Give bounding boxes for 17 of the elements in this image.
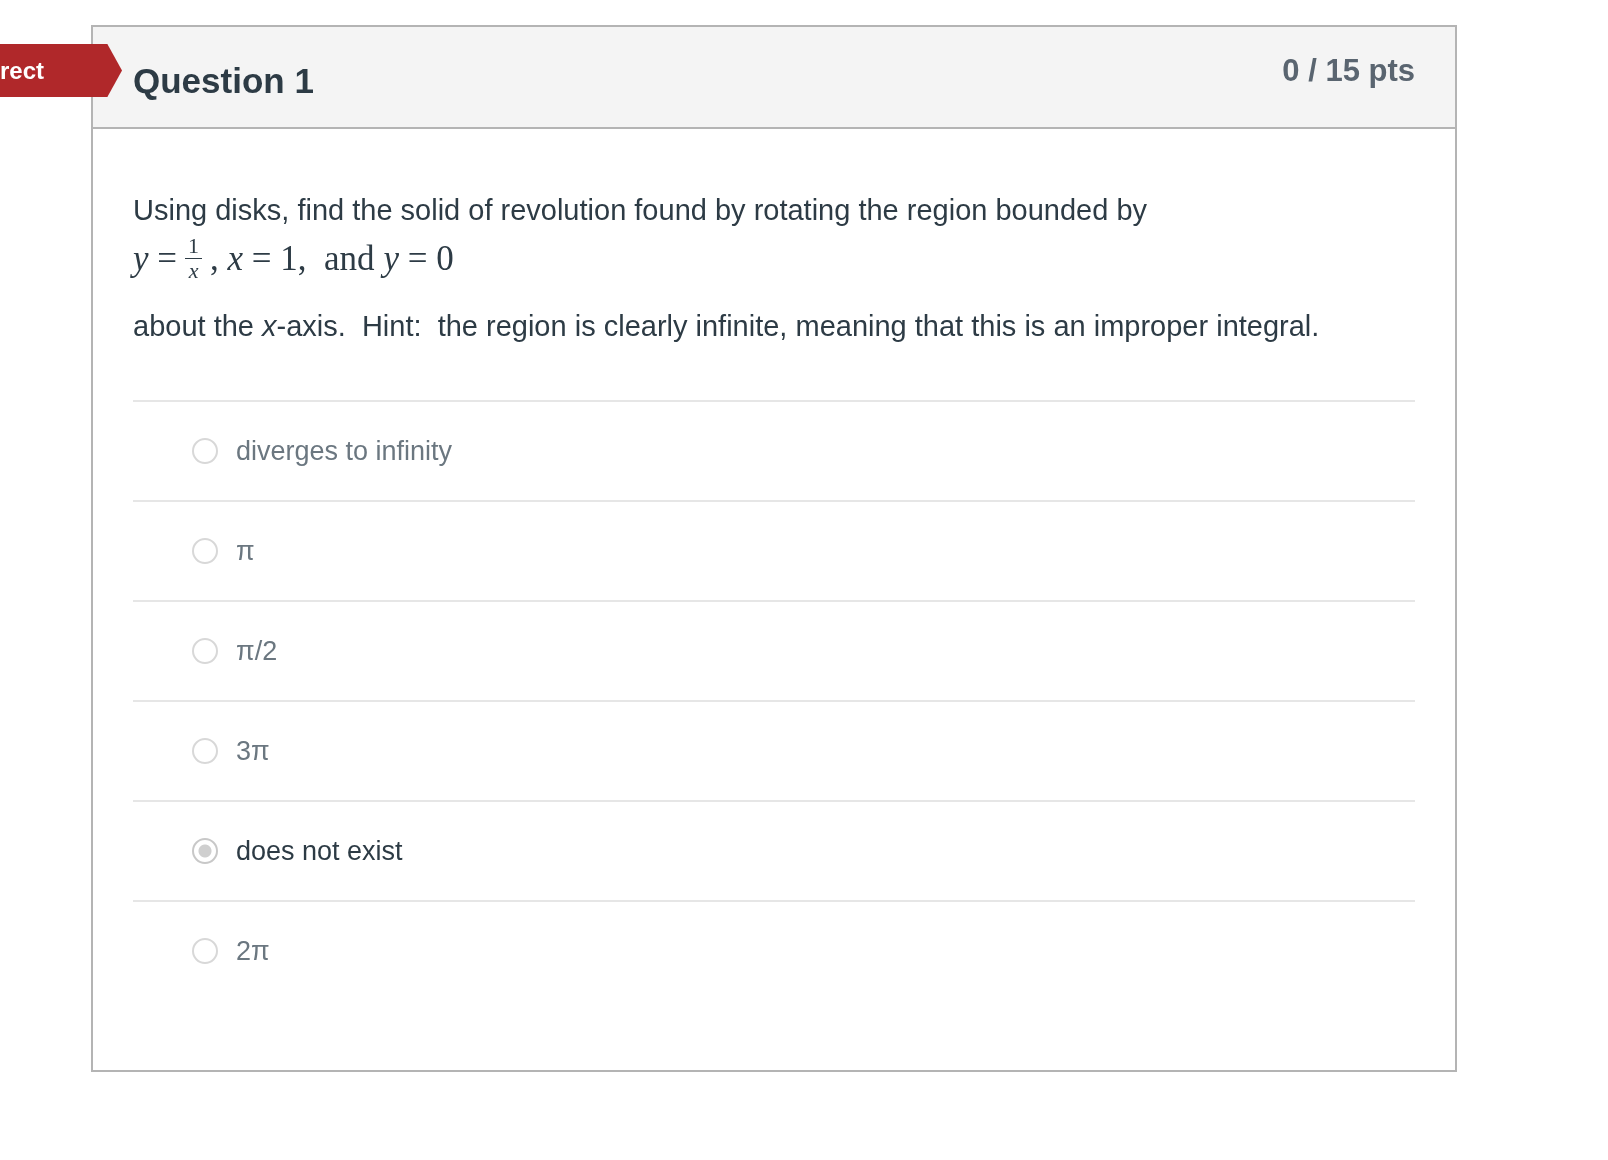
- answer-label[interactable]: does not exist: [236, 835, 403, 867]
- answer-label[interactable]: π/2: [236, 635, 278, 667]
- question-text: Using disks, find the solid of revolution found by rotating the region bounded by: [133, 193, 1149, 228]
- radio-button[interactable]: [192, 538, 218, 564]
- points-score: 0 / 15 pts: [1282, 53, 1415, 90]
- radio-button[interactable]: [192, 838, 218, 864]
- answer-label[interactable]: 3π: [236, 735, 270, 767]
- question-hint: about the x-axis. Hint: the region is clearly infinite, meaning that this is an improper integral.: [133, 309, 1321, 344]
- radio-button[interactable]: [192, 738, 218, 764]
- question-title: Question 1: [133, 61, 314, 102]
- radio-button[interactable]: [192, 438, 218, 464]
- answer-label[interactable]: π: [236, 535, 255, 567]
- answer-label[interactable]: 2π: [236, 935, 270, 967]
- radio-button[interactable]: [192, 638, 218, 664]
- answer-label[interactable]: diverges to infinity: [236, 435, 453, 467]
- radio-button[interactable]: [192, 938, 218, 964]
- status-ribbon: rect: [0, 44, 122, 97]
